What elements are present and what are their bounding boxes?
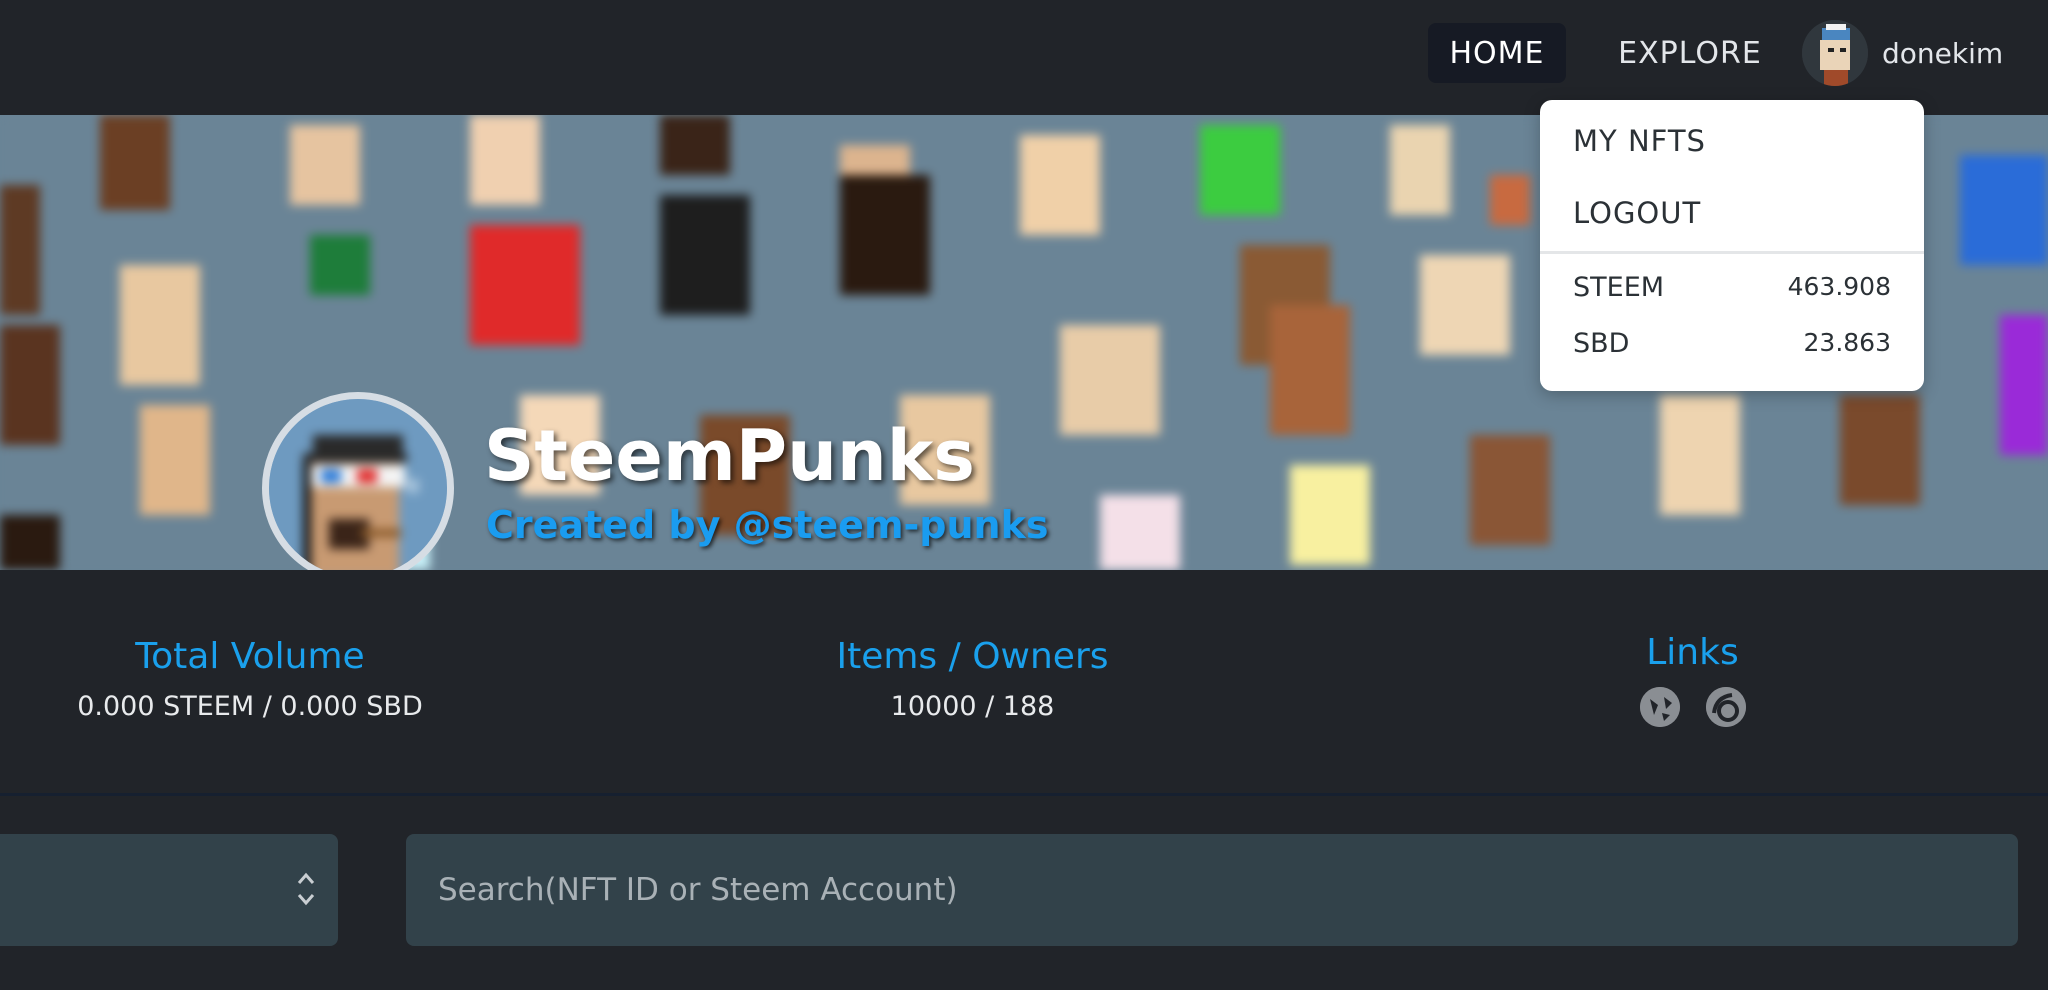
discord-icon[interactable] <box>1705 687 1746 727</box>
collection-creator-link[interactable]: Created by @steem-punks <box>486 503 1049 547</box>
globe-icon[interactable] <box>1639 687 1680 727</box>
balance-row-steem: STEEM 463.908 <box>1573 272 1891 303</box>
user-menu-toggle[interactable]: donekim <box>1802 20 2003 86</box>
top-navbar: HOME EXPLORE donekim <box>0 0 2048 115</box>
user-avatar <box>1802 20 1868 86</box>
nav-home-button[interactable]: HOME <box>1428 23 1566 83</box>
sort-select[interactable] <box>0 834 338 946</box>
collection-avatar <box>262 392 454 570</box>
links-icons <box>1590 687 1795 727</box>
menu-divider <box>1540 251 1924 254</box>
stat-items-owners: Items / Owners 10000 / 188 <box>800 636 1145 722</box>
user-dropdown-menu: MY NFTS LOGOUT STEEM 463.908 SBD 23.863 <box>1540 100 1924 391</box>
balance-amount: 23.863 <box>1803 328 1891 357</box>
balance-currency: STEEM <box>1573 272 1665 303</box>
stat-items-owners-title: Items / Owners <box>836 636 1109 677</box>
chevron-updown-icon <box>296 869 316 913</box>
balance-currency: SBD <box>1573 328 1630 359</box>
menu-item-logout[interactable]: LOGOUT <box>1573 196 1701 230</box>
stat-total-volume: Total Volume 0.000 STEEM / 0.000 SBD <box>60 636 440 722</box>
stat-total-volume-title: Total Volume <box>135 636 365 677</box>
search-input[interactable] <box>406 834 2018 946</box>
stat-links-title: Links <box>1646 632 1739 673</box>
stat-items-owners-value: 10000 / 188 <box>890 691 1055 722</box>
collection-title: SteemPunks <box>484 415 975 497</box>
filter-bar <box>0 799 2048 990</box>
username-label: donekim <box>1882 36 2004 70</box>
stat-links: Links <box>1590 632 1795 727</box>
balance-amount: 463.908 <box>1787 272 1891 301</box>
balance-row-sbd: SBD 23.863 <box>1573 328 1891 359</box>
collection-stats: Total Volume 0.000 STEEM / 0.000 SBD Ite… <box>0 570 2048 796</box>
stat-total-volume-value: 0.000 STEEM / 0.000 SBD <box>77 691 423 722</box>
nav-explore-link[interactable]: EXPLORE <box>1610 23 1770 83</box>
menu-item-my-nfts[interactable]: MY NFTS <box>1573 124 1706 158</box>
